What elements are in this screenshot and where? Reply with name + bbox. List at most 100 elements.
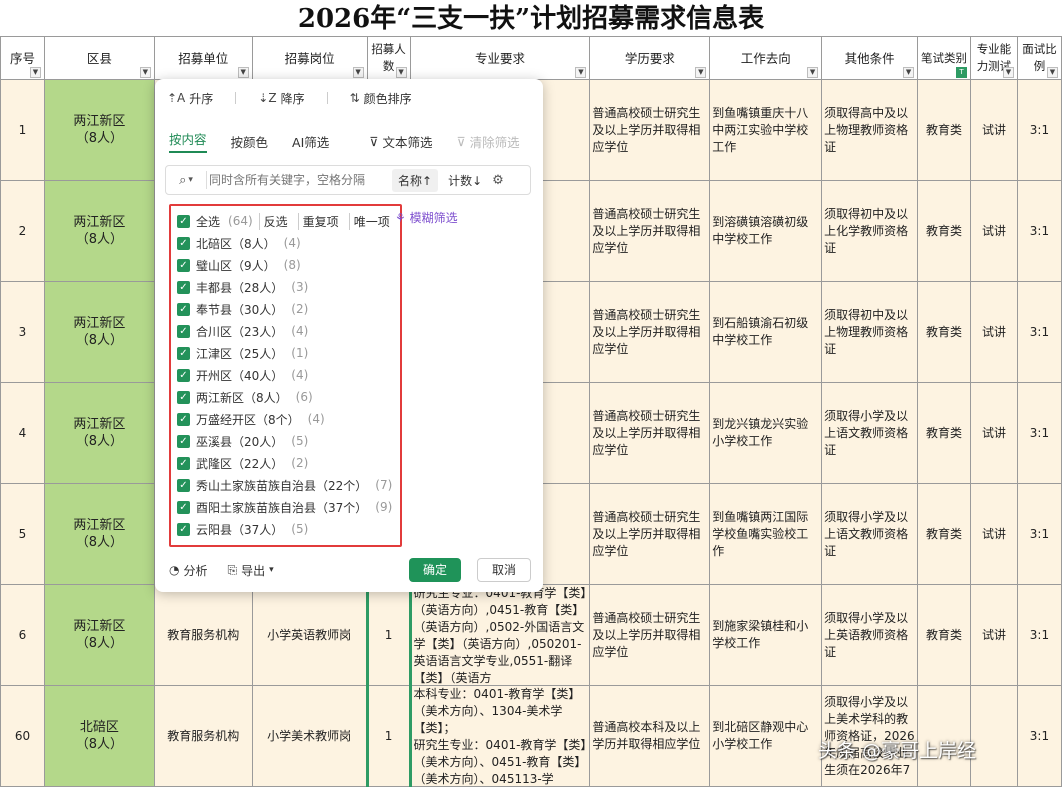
filter-dropdown-icon[interactable]: ▼	[352, 67, 364, 78]
unit-cell[interactable]: 教育服务机构	[153, 685, 253, 787]
clear-filter-button[interactable]: ⊽ 清除筛选	[456, 132, 519, 151]
filter-item[interactable]: ✓ 万盛经开区（8个） (4)	[177, 409, 325, 429]
filter-dropdown-icon[interactable]: ▼	[903, 67, 915, 78]
table-row[interactable]: 6 两江新区 （8人） 教育服务机构 小学英语教师岗 1 研究生专业：0401-教育学【类】…	[0, 584, 1062, 686]
other-cell[interactable]: 须取得小学及以上英语教师资格证	[821, 584, 919, 686]
other-cell[interactable]: 须取得高中及以上物理教师资格证	[821, 79, 919, 181]
exam-cell[interactable]: 教育类	[917, 180, 971, 282]
sort-by-name-button[interactable]: 名称↑	[392, 168, 439, 192]
ratio-cell[interactable]: 3:1	[1016, 685, 1062, 787]
count-cell[interactable]: 1	[365, 685, 412, 787]
filter-item[interactable]: ✓ 江津区（25人） (1)	[177, 343, 308, 363]
ratio-cell[interactable]: 3:1	[1016, 281, 1062, 383]
filter-item[interactable]: ✓ 璧山区（9人） (8)	[177, 255, 301, 275]
district-cell[interactable]: 两江新区 （8人）	[43, 483, 155, 585]
filter-item[interactable]: ✓ 云阳县（37人） (5)	[177, 519, 308, 539]
filter-item[interactable]: ✓ 合川区（23人） (4)	[177, 321, 308, 341]
checkbox[interactable]: ✓	[177, 236, 190, 250]
seq-cell[interactable]: 60	[0, 685, 45, 787]
header-district[interactable]: 区县 ▼	[43, 36, 155, 80]
filter-dropdown-icon[interactable]: ▼	[807, 67, 819, 78]
checkbox[interactable]: ✓	[177, 302, 190, 316]
filter-item[interactable]: ✓ 两江新区（8人） (6)	[177, 387, 313, 407]
checkbox[interactable]: ✓	[177, 258, 190, 272]
settings-icon[interactable]: ⚙	[492, 173, 504, 188]
dest-cell[interactable]: 到石船镇渝石初级中学校工作	[709, 281, 823, 383]
export-button[interactable]: ⎘ 导出 ▾	[228, 562, 274, 579]
dest-cell[interactable]: 到龙兴镇龙兴实验小学校工作	[709, 382, 823, 484]
major-cell[interactable]: 本科专业：0401-教育学【类】（美术方向）、1304-美术学【类】； 研究生专…	[409, 685, 591, 787]
sort-color-button[interactable]: ⇅ 颜色排序	[350, 90, 412, 107]
filter-active-icon[interactable]: T	[955, 67, 967, 78]
dest-cell[interactable]: 到北碚区静观中心小学校工作	[709, 685, 823, 787]
filter-dropdown-icon[interactable]: ▼	[139, 67, 151, 78]
sort-desc-button[interactable]: ⇣Z 降序	[258, 90, 304, 107]
exam-cell[interactable]: 教育类	[917, 483, 971, 585]
filter-dropdown-icon[interactable]: ▼	[1002, 67, 1014, 78]
seq-cell[interactable]: 5	[0, 483, 45, 585]
dest-cell[interactable]: 到溶磺镇溶磺初级中学校工作	[709, 180, 823, 282]
seq-cell[interactable]: 2	[0, 180, 45, 282]
test-cell[interactable]	[969, 685, 1018, 787]
edu-cell[interactable]: 普通高校本科及以上学历并取得相应学位	[589, 685, 711, 787]
tab-by-content[interactable]: 按内容	[169, 129, 207, 153]
filter-item[interactable]: ✓ 奉节县（30人） (2)	[177, 299, 308, 319]
other-cell[interactable]: 须取得小学及以上语文教师资格证	[821, 382, 919, 484]
ratio-cell[interactable]: 3:1	[1016, 483, 1062, 585]
dest-cell[interactable]: 到施家梁镇桂和小学校工作	[709, 584, 823, 686]
duplicates-button[interactable]: 重复项	[297, 212, 343, 230]
header-num[interactable]: 招募人数 ▼	[366, 36, 411, 80]
checkbox[interactable]: ✓	[177, 522, 190, 536]
filter-item[interactable]: ✓ 丰都县（28人） (3)	[177, 277, 308, 297]
ratio-cell[interactable]: 3:1	[1016, 79, 1062, 181]
test-cell[interactable]: 试讲	[969, 79, 1018, 181]
header-seq[interactable]: 序号 ▼	[0, 36, 45, 80]
invert-selection-button[interactable]: 反选	[258, 212, 292, 230]
filter-item[interactable]: ✓ 巫溪县（20人） (5)	[177, 431, 308, 451]
edu-cell[interactable]: 普通高校硕士研究生及以上学历并取得相应学位	[589, 180, 711, 282]
header-major[interactable]: 专业要求 ▼	[409, 36, 591, 80]
sort-asc-button[interactable]: ⇡A 升序	[167, 90, 213, 107]
seq-cell[interactable]: 4	[0, 382, 45, 484]
filter-item[interactable]: ✓ 北碚区（8人） (4)	[177, 233, 301, 253]
edu-cell[interactable]: 普通高校硕士研究生及以上学历并取得相应学位	[589, 281, 711, 383]
edu-cell[interactable]: 普通高校硕士研究生及以上学历并取得相应学位	[589, 483, 711, 585]
filter-dropdown-icon[interactable]: ▼	[237, 67, 249, 78]
checkbox[interactable]: ✓	[177, 456, 190, 470]
unit-cell[interactable]: 教育服务机构	[153, 584, 253, 686]
other-cell[interactable]: 须取得初中及以上物理教师资格证	[821, 281, 919, 383]
seq-cell[interactable]: 1	[0, 79, 45, 181]
edu-cell[interactable]: 普通高校硕士研究生及以上学历并取得相应学位	[589, 382, 711, 484]
checkbox[interactable]: ✓	[177, 324, 190, 338]
header-unit[interactable]: 招募单位 ▼	[153, 36, 253, 80]
checkbox[interactable]: ✓	[177, 390, 190, 404]
exam-cell[interactable]: 教育类	[917, 382, 971, 484]
district-cell[interactable]: 两江新区 （8人）	[43, 79, 155, 181]
seq-cell[interactable]: 3	[0, 281, 45, 383]
district-cell[interactable]: 两江新区 （8人）	[43, 382, 155, 484]
filter-item[interactable]: ✓ 酉阳土家族苗族自治县（37个） (9)	[177, 497, 392, 517]
checkbox[interactable]: ✓	[177, 280, 190, 294]
tab-by-color[interactable]: 按颜色	[231, 132, 269, 151]
header-other[interactable]: 其他条件 ▼	[821, 36, 919, 80]
filter-item[interactable]: ✓ 秀山土家族苗族自治县（22个） (7)	[177, 475, 392, 495]
district-cell[interactable]: 两江新区 （8人）	[43, 180, 155, 282]
unique-button[interactable]: 唯一项	[348, 212, 394, 230]
filter-item[interactable]: ✓ 开州区（40人） (4)	[177, 365, 308, 385]
header-dest[interactable]: 工作去向 ▼	[709, 36, 823, 80]
header-test[interactable]: 专业能力测试 ▼	[969, 36, 1018, 80]
other-cell[interactable]: 须取得初中及以上化学教师资格证	[821, 180, 919, 282]
checkbox[interactable]: ✓	[177, 346, 190, 360]
ratio-cell[interactable]: 3:1	[1016, 584, 1062, 686]
exam-cell[interactable]: 教育类	[917, 281, 971, 383]
major-cell[interactable]: 研究生专业：0401-教育学【类】（英语方向）,0451-教育【类】（英语方向）…	[409, 584, 591, 686]
search-scope-dropdown[interactable]: ⌕ ▾	[166, 173, 206, 188]
checkbox[interactable]: ✓	[177, 434, 190, 448]
analyze-button[interactable]: ◔ 分析	[169, 562, 208, 579]
search-input[interactable]	[206, 171, 386, 189]
ratio-cell[interactable]: 3:1	[1016, 382, 1062, 484]
count-cell[interactable]: 1	[365, 584, 412, 686]
checkbox[interactable]: ✓	[177, 478, 190, 492]
filter-item[interactable]: ✓ 武隆区（22人） (2)	[177, 453, 308, 473]
header-edu[interactable]: 学历要求 ▼	[589, 36, 711, 80]
